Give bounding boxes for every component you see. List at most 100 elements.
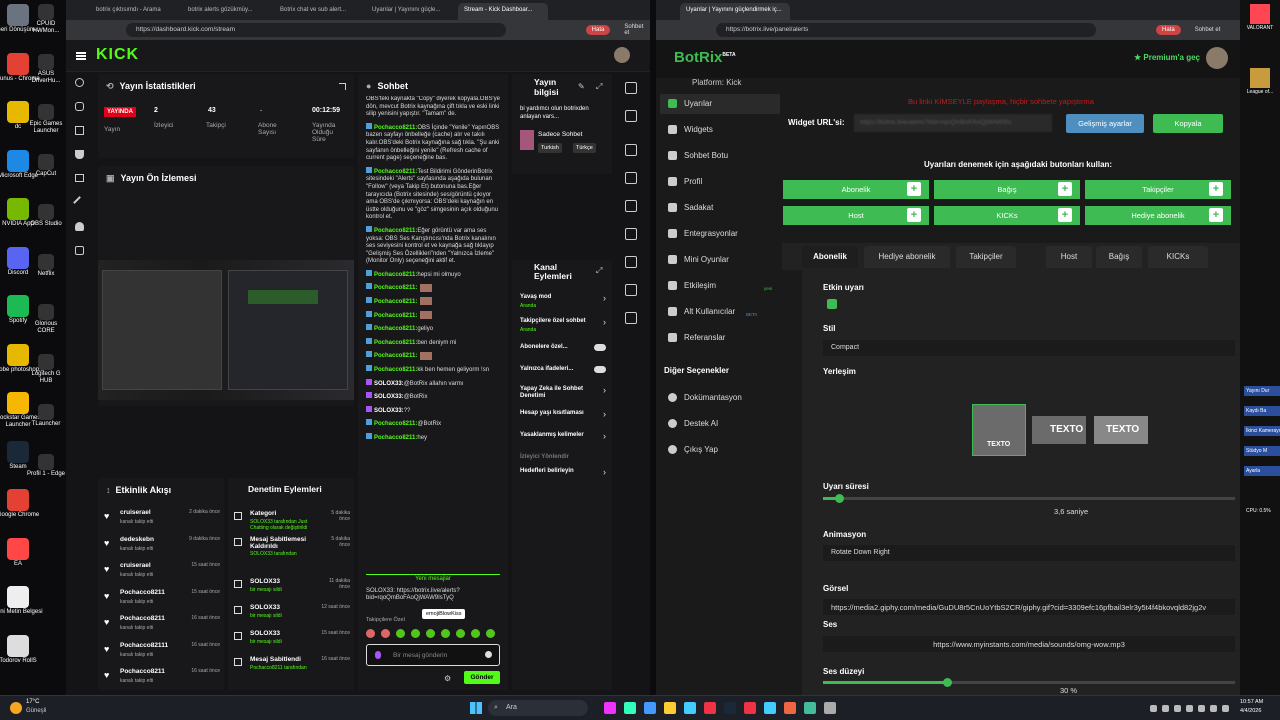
clock-time[interactable]: 10:57 AM bbox=[1240, 699, 1263, 705]
taskbar-app-icon[interactable] bbox=[804, 702, 816, 714]
trophy-icon[interactable] bbox=[75, 150, 84, 159]
quick-action-icon[interactable] bbox=[625, 312, 637, 324]
volume-slider[interactable] bbox=[823, 678, 1235, 687]
tray-icon[interactable] bbox=[1222, 705, 1229, 712]
profile-badge[interactable]: Hata bbox=[1156, 25, 1181, 35]
stream-preview[interactable] bbox=[98, 260, 354, 400]
chat-username[interactable]: Pochacco8211: bbox=[374, 285, 417, 291]
emote-icon[interactable] bbox=[411, 629, 420, 638]
tray-icon[interactable] bbox=[1162, 705, 1169, 712]
taskbar-app-icon[interactable] bbox=[704, 702, 716, 714]
chat-username[interactable]: Pochacco8211: bbox=[374, 353, 417, 359]
browser-tab[interactable]: Botrix chat ve sub alert... bbox=[274, 3, 364, 20]
search-box[interactable]: ⌕ Ara bbox=[488, 700, 588, 716]
send-button[interactable]: Gönder bbox=[464, 671, 500, 684]
chat-username[interactable]: Pochacco8211: bbox=[374, 326, 417, 332]
sohbet-et-button[interactable]: Sohbet et bbox=[624, 24, 650, 36]
channel-action-item[interactable]: Takipçilere özel sohbet Aranda › bbox=[520, 317, 608, 336]
desktop-shortcut[interactable]: Todorov RollS bbox=[0, 634, 48, 665]
taskbar-app-icon[interactable] bbox=[744, 702, 756, 714]
tab-botrix[interactable]: Uyarılar | Yayınını güçlendirmek iç... bbox=[680, 3, 790, 20]
video-icon[interactable] bbox=[75, 174, 84, 182]
taskbar-app-icon[interactable] bbox=[784, 702, 796, 714]
desktop-shortcut[interactable]: Yeni Metin Belgesi bbox=[0, 586, 48, 616]
alert-type-tab[interactable]: Hediye abonelik bbox=[864, 246, 950, 268]
layout-option[interactable]: TEXTO bbox=[1094, 416, 1148, 444]
channel-action-item[interactable]: Yalnızca ifadeleri... bbox=[520, 366, 608, 384]
sound-url-field[interactable]: https://www.myinstants.com/media/sounds/… bbox=[823, 636, 1235, 652]
link-icon[interactable] bbox=[75, 102, 84, 111]
tag[interactable]: Türkçe bbox=[573, 143, 596, 153]
layout-option[interactable]: TEXTO bbox=[1032, 416, 1086, 444]
settings-icon[interactable] bbox=[75, 246, 84, 255]
desktop-shortcut[interactable]: Google Chrome bbox=[0, 489, 48, 519]
activity-user[interactable]: cruiserael bbox=[120, 509, 151, 516]
taskbar-app-icon[interactable] bbox=[644, 702, 656, 714]
emote-icon[interactable] bbox=[486, 629, 495, 638]
sidebar-item[interactable]: Dokümantasyon bbox=[660, 388, 780, 408]
menu-icon[interactable] bbox=[76, 52, 86, 54]
chat-username[interactable]: Pochacco8211: bbox=[374, 125, 417, 131]
tray-icon[interactable] bbox=[1174, 705, 1181, 712]
activity-user[interactable]: Pochacco8211 bbox=[120, 615, 165, 622]
sidebar-item[interactable]: Referanslar bbox=[660, 328, 780, 348]
url-field[interactable]: https://dashboard.kick.com/stream bbox=[126, 23, 506, 37]
chat-username[interactable]: Pochacco8211: bbox=[374, 340, 417, 346]
obs-control[interactable]: CPU: 0.5% bbox=[1244, 506, 1280, 516]
chat-username[interactable]: Pochacco8211: bbox=[374, 169, 417, 175]
quick-action-icon[interactable] bbox=[625, 110, 637, 122]
stream-icon[interactable] bbox=[75, 78, 84, 87]
sohbet-et-button[interactable]: Sohbet et bbox=[1195, 27, 1221, 33]
emote-icon[interactable] bbox=[381, 629, 390, 638]
tool-icon[interactable] bbox=[73, 196, 86, 209]
test-alert-button[interactable]: Abonelik + bbox=[783, 180, 929, 199]
quick-action-icon[interactable] bbox=[625, 256, 637, 268]
quick-action-icon[interactable] bbox=[625, 284, 637, 296]
obs-control[interactable]: Ayarla bbox=[1244, 466, 1280, 476]
test-alert-button[interactable]: Takipçiler + bbox=[1085, 180, 1231, 199]
channel-action-item[interactable]: Yapay Zeka ile Sohbet Denetimi › bbox=[520, 385, 608, 404]
edit-icon[interactable]: ✎ bbox=[578, 82, 585, 91]
browser-tab[interactable]: botrix alerts gözükmüy... bbox=[182, 3, 272, 20]
widget-url-field[interactable]: https://botrix.live/alerts?bid=rqoQmBoFA… bbox=[854, 114, 1052, 132]
expand-icon[interactable] bbox=[339, 83, 346, 90]
quick-action-icon[interactable] bbox=[625, 144, 637, 156]
emote-icon[interactable] bbox=[456, 629, 465, 638]
expand-icon[interactable]: ⤢ bbox=[596, 82, 602, 92]
obs-control[interactable]: Stüdyo M bbox=[1244, 446, 1280, 456]
start-icon[interactable] bbox=[470, 702, 482, 714]
browser-tab[interactable]: botrix çıktısımdı - Arama bbox=[90, 3, 180, 20]
chat-username[interactable]: Pochacco8211: bbox=[374, 228, 417, 234]
desktop-shortcut[interactable]: VALORANT bbox=[1244, 4, 1276, 31]
desktop-shortcut[interactable]: CPUID HWMon... bbox=[26, 4, 66, 35]
profile-badge[interactable]: Hata bbox=[585, 25, 611, 35]
desktop-shortcut[interactable]: EA bbox=[0, 537, 48, 568]
premium-link[interactable]: ★ Premium'a geç bbox=[1134, 53, 1200, 62]
taskbar-app-icon[interactable] bbox=[604, 702, 616, 714]
test-alert-button[interactable]: Hediye abonelik + bbox=[1085, 206, 1231, 225]
quick-action-icon[interactable] bbox=[625, 228, 637, 240]
new-messages-divider[interactable]: Yeni mesajlar bbox=[366, 574, 500, 582]
desktop-shortcut[interactable]: Netflix bbox=[26, 254, 66, 278]
tray-icon[interactable] bbox=[1198, 705, 1205, 712]
chat-username[interactable]: Pochacco8211: bbox=[374, 421, 417, 427]
sidebar-item[interactable]: Profil bbox=[660, 172, 780, 192]
toggle[interactable] bbox=[594, 344, 606, 351]
browser-tab[interactable]: Stream - Kick Dashboar... bbox=[458, 3, 548, 20]
botrix-logo[interactable]: BotRixBETA bbox=[674, 49, 736, 66]
desktop-shortcut[interactable]: Glorious CORE bbox=[26, 304, 66, 335]
emote-icon[interactable] bbox=[426, 629, 435, 638]
alert-type-tab[interactable]: KICKs bbox=[1148, 246, 1208, 268]
desktop-shortcut[interactable]: Logitech G HUB bbox=[26, 354, 66, 385]
tray-icon[interactable] bbox=[1210, 705, 1217, 712]
desktop-shortcut[interactable]: CapCut bbox=[26, 154, 66, 178]
chart-icon[interactable] bbox=[75, 126, 84, 135]
chat-username[interactable]: Pochacco8211: bbox=[374, 299, 417, 305]
sidebar-item[interactable]: Alt Kullanıcılar bbox=[660, 302, 780, 322]
chat-input[interactable]: Bir mesaj gönderin bbox=[366, 644, 500, 666]
sidebar-item[interactable]: Sohbet Botu bbox=[660, 146, 780, 166]
activity-user[interactable]: Pochacco8211 bbox=[120, 589, 165, 596]
taskbar-app-icon[interactable] bbox=[824, 702, 836, 714]
quick-action-icon[interactable] bbox=[625, 82, 637, 94]
channel-action-item[interactable]: Yasaklanmış kelimeler › bbox=[520, 431, 608, 450]
